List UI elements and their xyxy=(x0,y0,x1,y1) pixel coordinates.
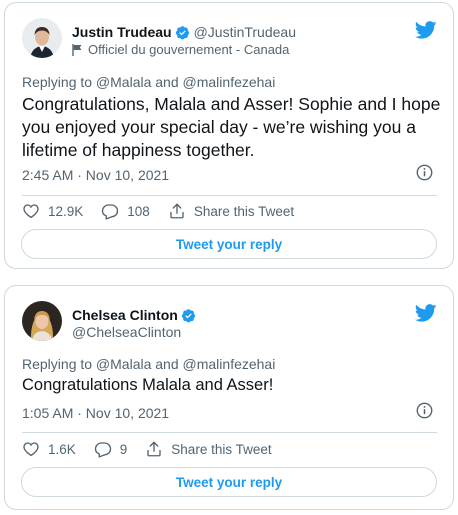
reply-count: 108 xyxy=(127,203,150,219)
reply-button[interactable]: 9 xyxy=(94,440,128,458)
government-label-text: Officiel du gouvernement - Canada xyxy=(88,42,290,57)
action-bar: 12.9K 108 Share this Tweet xyxy=(22,202,312,220)
author-handle[interactable]: @JustinTrudeau xyxy=(194,24,296,40)
info-icon[interactable] xyxy=(416,402,433,419)
reply-button[interactable]: 108 xyxy=(101,202,150,220)
share-label: Share this Tweet xyxy=(171,441,272,457)
author-row: Chelsea Clinton xyxy=(72,306,200,324)
like-count: 1.6K xyxy=(48,441,76,457)
tweet-text: Congratulations, Malala and Asser! Sophi… xyxy=(22,94,441,160)
share-icon xyxy=(147,441,161,457)
replying-to: Replying to @Malala and @malinfezehai xyxy=(22,356,276,372)
tweet-text: Congratulations Malala and Asser! xyxy=(22,376,274,394)
info-icon[interactable] xyxy=(416,164,433,181)
tweet-your-reply-button[interactable]: Tweet your reply xyxy=(21,229,437,259)
government-label: Officiel du gouvernement - Canada xyxy=(72,42,289,57)
reply-icon xyxy=(102,204,119,220)
avatar[interactable] xyxy=(22,18,62,58)
author-name[interactable]: Chelsea Clinton xyxy=(72,307,178,323)
like-button[interactable]: 1.6K xyxy=(22,440,76,458)
replying-to: Replying to @Malala and @malinfezehai xyxy=(22,74,276,90)
avatar[interactable] xyxy=(22,301,62,341)
heart-icon xyxy=(23,442,39,457)
verified-badge-icon xyxy=(175,25,190,40)
like-count: 12.9K xyxy=(48,203,84,219)
twitter-bird-icon[interactable] xyxy=(414,21,437,39)
heart-icon xyxy=(23,204,39,219)
like-button[interactable]: 12.9K xyxy=(22,202,83,220)
action-bar: 1.6K 9 Share this Tweet xyxy=(22,440,290,458)
verified-badge-icon xyxy=(181,308,196,323)
flag-icon xyxy=(72,43,83,56)
divider xyxy=(22,195,437,196)
divider xyxy=(22,432,437,433)
tweet-card: Justin Trudeau @JustinTrudeau Officiel d… xyxy=(4,2,454,269)
share-icon xyxy=(170,203,184,219)
share-button[interactable]: Share this Tweet xyxy=(145,440,272,458)
share-button[interactable]: Share this Tweet xyxy=(168,202,294,220)
twitter-bird-icon[interactable] xyxy=(414,304,437,322)
reply-count: 9 xyxy=(119,441,128,457)
author-row: Justin Trudeau @JustinTrudeau xyxy=(72,23,296,41)
reply-icon xyxy=(94,442,111,458)
author-handle[interactable]: @ChelseaClinton xyxy=(72,324,181,340)
tweet-timestamp[interactable]: 1:05 AM · Nov 10, 2021 xyxy=(22,405,169,421)
share-label: Share this Tweet xyxy=(193,203,295,219)
author-name[interactable]: Justin Trudeau xyxy=(72,24,172,40)
tweet-timestamp[interactable]: 2:45 AM · Nov 10, 2021 xyxy=(22,167,169,183)
tweet-your-reply-button[interactable]: Tweet your reply xyxy=(21,467,437,497)
tweet-card: Chelsea Clinton @ChelseaClinton Replying… xyxy=(4,285,454,510)
